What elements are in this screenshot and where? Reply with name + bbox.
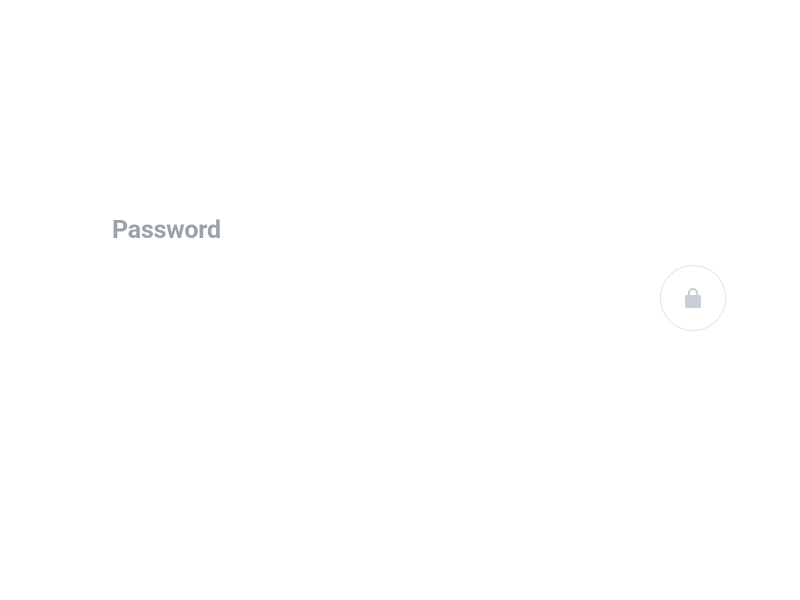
password-input-row: [112, 281, 726, 347]
submit-password-button[interactable]: [660, 265, 726, 331]
password-field-group: Password: [112, 216, 726, 347]
lock-icon: [684, 287, 702, 309]
password-input[interactable]: [112, 289, 632, 339]
password-label: Password: [112, 216, 726, 245]
